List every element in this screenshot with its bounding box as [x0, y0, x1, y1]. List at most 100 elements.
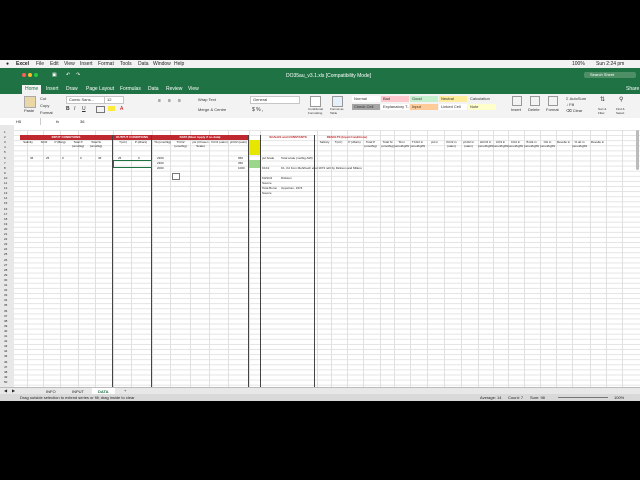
- tab-home[interactable]: Home: [22, 85, 42, 94]
- row-header[interactable]: 42: [4, 339, 7, 343]
- menu-view[interactable]: View: [64, 60, 75, 68]
- conditional-formatting-icon[interactable]: [310, 96, 321, 107]
- format-cells-icon[interactable]: [548, 96, 558, 106]
- row-header[interactable]: 32: [4, 288, 7, 292]
- zoom-slider[interactable]: [558, 397, 608, 398]
- row-header[interactable]: 4: [4, 145, 6, 149]
- insert-cells-icon[interactable]: [512, 96, 522, 106]
- font-color-icon[interactable]: A: [120, 106, 123, 112]
- next-sheet-icon[interactable]: ▶: [12, 388, 15, 393]
- search-sheet-input[interactable]: Search Sheet: [584, 72, 636, 78]
- autosum-button[interactable]: Σ AutoSum: [566, 96, 586, 101]
- cell-style-2[interactable]: Good: [410, 96, 438, 102]
- currency-icon[interactable]: $ % ,: [252, 107, 263, 113]
- row-header[interactable]: 41: [4, 334, 7, 338]
- row-header[interactable]: 8: [4, 166, 6, 170]
- cut-button[interactable]: Cut: [40, 96, 46, 101]
- tab-draw[interactable]: Draw: [66, 86, 78, 92]
- row-header[interactable]: 7: [4, 161, 6, 165]
- fx-icon[interactable]: fx: [56, 118, 59, 125]
- row-header[interactable]: 38: [4, 319, 7, 323]
- selected-cell[interactable]: [113, 160, 152, 168]
- row-header[interactable]: 19: [4, 222, 7, 226]
- row-header[interactable]: 47: [4, 365, 7, 369]
- tab-view[interactable]: View: [188, 86, 199, 92]
- row-header[interactable]: 37: [4, 314, 7, 318]
- menu-excel[interactable]: Excel: [16, 60, 29, 68]
- cell-style-3[interactable]: Neutral: [439, 96, 467, 102]
- cell-style-8[interactable]: Linked Cell: [439, 104, 467, 110]
- row-header[interactable]: 26: [4, 258, 7, 262]
- delete-cells-button[interactable]: Delete: [528, 107, 540, 112]
- row-header[interactable]: 12: [4, 186, 7, 190]
- format-table-icon[interactable]: [332, 96, 343, 107]
- row-header[interactable]: 10: [4, 176, 7, 180]
- row-header[interactable]: 29: [4, 273, 7, 277]
- row-header[interactable]: 31: [4, 283, 7, 287]
- menu-data[interactable]: Data: [138, 60, 149, 68]
- font-name-select[interactable]: Comic Sans...: [66, 96, 106, 104]
- align-center-icon[interactable]: ≡: [168, 98, 171, 104]
- row-header[interactable]: 15: [4, 201, 7, 205]
- row-header[interactable]: 45: [4, 354, 7, 358]
- minimize-window-icon[interactable]: [28, 73, 32, 77]
- formula-input[interactable]: 36: [80, 118, 620, 125]
- sort-filter-button[interactable]: Sort & Filter: [598, 107, 612, 115]
- bold-icon[interactable]: B: [66, 106, 70, 112]
- save-icon[interactable]: ▣: [52, 72, 57, 78]
- cell-style-7[interactable]: Input: [410, 104, 438, 110]
- insert-cells-button[interactable]: Insert: [511, 107, 521, 112]
- row-header[interactable]: 5: [4, 150, 6, 154]
- copy-button[interactable]: Copy: [40, 103, 49, 108]
- row-header[interactable]: 28: [4, 268, 7, 272]
- menu-window[interactable]: Window: [153, 60, 171, 68]
- prev-sheet-icon[interactable]: ◀: [4, 388, 7, 393]
- row-header[interactable]: 35: [4, 303, 7, 307]
- wrap-text-button[interactable]: Wrap Text: [198, 97, 216, 102]
- paste-icon[interactable]: [24, 96, 36, 108]
- row-header[interactable]: 13: [4, 191, 7, 195]
- format-table-button[interactable]: Format as Table: [330, 107, 348, 115]
- format-cells-button[interactable]: Format: [546, 107, 559, 112]
- autofill-options-icon[interactable]: [172, 173, 180, 180]
- row-header[interactable]: 48: [4, 370, 7, 374]
- undo-icon[interactable]: ↶: [66, 72, 70, 78]
- align-left-icon[interactable]: ≡: [158, 98, 161, 104]
- row-header[interactable]: 14: [4, 196, 7, 200]
- row-header[interactable]: 33: [4, 293, 7, 297]
- row-header[interactable]: 46: [4, 360, 7, 364]
- row-header[interactable]: 34: [4, 298, 7, 302]
- row-header[interactable]: 23: [4, 242, 7, 246]
- merge-centre-button[interactable]: Merge & Centre: [198, 107, 226, 112]
- row-header[interactable]: 1: [4, 130, 6, 134]
- tab-formulas[interactable]: Formulas: [120, 86, 141, 92]
- row-header[interactable]: 27: [4, 263, 7, 267]
- menu-help[interactable]: Help: [174, 60, 184, 68]
- cell-style-4[interactable]: Calculation: [468, 96, 496, 102]
- name-box[interactable]: H5: [16, 118, 41, 125]
- row-header[interactable]: 43: [4, 344, 7, 348]
- row-header[interactable]: 2: [4, 135, 6, 139]
- menu-insert[interactable]: Insert: [80, 60, 93, 68]
- clear-button[interactable]: ⌫ Clear: [566, 108, 582, 113]
- row-header[interactable]: 21: [4, 232, 7, 236]
- format-painter-button[interactable]: Format: [40, 110, 53, 115]
- vertical-scrollbar[interactable]: [636, 130, 639, 170]
- tab-review[interactable]: Review: [166, 86, 182, 92]
- align-right-icon[interactable]: ≡: [178, 98, 181, 104]
- borders-icon[interactable]: [96, 106, 105, 113]
- row-header[interactable]: 24: [4, 247, 7, 251]
- find-select-icon[interactable]: ⚲: [619, 96, 623, 103]
- menu-format[interactable]: Format: [98, 60, 114, 68]
- menu-tools[interactable]: Tools: [120, 60, 132, 68]
- menu-file[interactable]: File: [36, 60, 44, 68]
- add-sheet-icon[interactable]: +: [124, 388, 126, 393]
- zoom-window-icon[interactable]: [34, 73, 38, 77]
- row-header[interactable]: 25: [4, 252, 7, 256]
- row-header[interactable]: 20: [4, 227, 7, 231]
- apple-icon[interactable]: ●: [6, 60, 9, 68]
- find-select-button[interactable]: Find & Select: [616, 107, 632, 115]
- conditional-formatting-button[interactable]: Conditional Formatting: [308, 107, 326, 115]
- cell-style-0[interactable]: Normal: [352, 96, 380, 102]
- row-header[interactable]: 36: [4, 309, 7, 313]
